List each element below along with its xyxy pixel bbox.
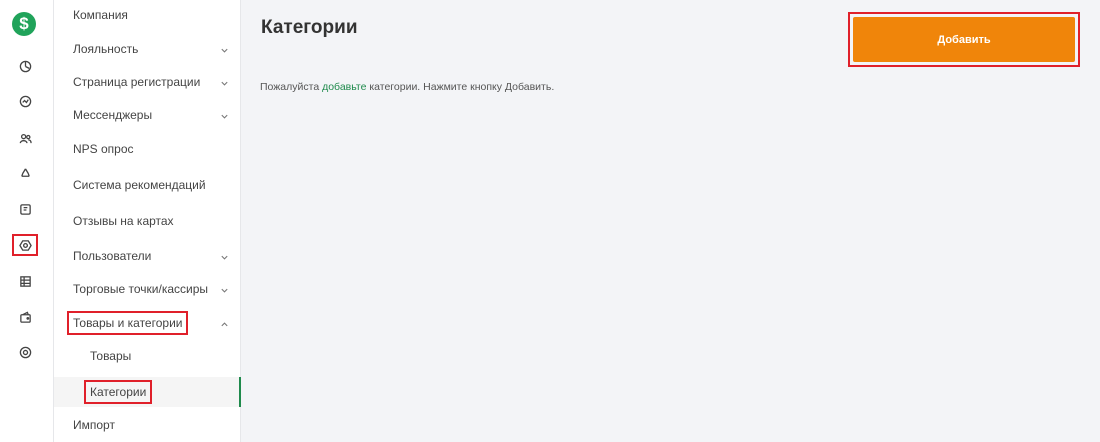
sidebar-item-company[interactable]: Компания (54, 0, 241, 30)
sidebar-item-label: Пользователи (73, 249, 152, 263)
sidebar-item-label: Лояльность (73, 42, 139, 56)
main-content: Категории Добавить Пожалуйста добавьте к… (242, 0, 1100, 442)
sidebar-item-label: Торговые точки/кассиры (73, 282, 209, 296)
chevron-up-icon (220, 318, 229, 327)
hint-text-after: категории. Нажмите кнопку Добавить. (366, 81, 555, 93)
chevron-down-icon (220, 44, 229, 53)
empty-hint: Пожалуйста добавьте категории. Нажмите к… (260, 81, 554, 93)
sidebar-item-nps[interactable]: NPS опрос (54, 134, 241, 164)
analytics-icon[interactable] (14, 90, 36, 112)
sidebar-item-users[interactable]: Пользователи (54, 241, 241, 271)
settings-icon[interactable] (12, 234, 38, 256)
sidebar: Компания Лояльность Страница регистрации… (54, 0, 241, 442)
sidebar-item-label: Мессенджеры (73, 108, 153, 122)
add-button-highlight: Добавить (848, 12, 1080, 67)
sidebar-item-label: Импорт (73, 418, 115, 432)
sidebar-item-stores[interactable]: Торговые точки/кассиры (54, 274, 241, 304)
dashboard-icon[interactable] (14, 55, 36, 77)
wallet-icon[interactable] (14, 306, 36, 328)
sidebar-item-label: Отзывы на картах (73, 214, 174, 228)
sidebar-item-map-reviews[interactable]: Отзывы на картах (54, 206, 241, 236)
users-icon[interactable] (14, 127, 36, 149)
sidebar-item-messengers[interactable]: Мессенджеры (54, 100, 241, 130)
logo-icon[interactable]: $ (12, 12, 36, 36)
sidebar-item-label: Товары и категории (66, 311, 189, 335)
add-link[interactable]: добавьте (322, 81, 366, 93)
icon-rail: $ (0, 0, 54, 442)
chevron-down-icon (220, 284, 229, 293)
sidebar-subitem-categories[interactable]: Категории (54, 377, 241, 407)
table-icon[interactable] (14, 270, 36, 292)
chevron-down-icon (220, 77, 229, 86)
hint-text-before: Пожалуйста (260, 81, 323, 93)
logo-glyph: $ (19, 14, 29, 33)
sidebar-item-recommendations[interactable]: Система рекомендаций (54, 170, 241, 200)
sidebar-item-label: Товары (90, 349, 132, 363)
sidebar-item-label: Система рекомендаций (73, 178, 206, 192)
sidebar-item-products-categories[interactable]: Товары и категории (54, 308, 241, 338)
chevron-down-icon (220, 251, 229, 260)
page-title: Категории (261, 17, 358, 38)
sidebar-item-label: Страница регистрации (73, 75, 201, 89)
sidebar-item-label: Категории (83, 380, 153, 404)
sidebar-item-registration[interactable]: Страница регистрации (54, 67, 241, 97)
sidebar-subitem-products[interactable]: Товары (54, 341, 241, 371)
sidebar-item-label: NPS опрос (73, 142, 134, 156)
support-icon[interactable] (14, 341, 36, 363)
recycle-icon[interactable] (14, 162, 36, 184)
coupon-icon[interactable] (14, 198, 36, 220)
sidebar-item-loyalty[interactable]: Лояльность (54, 34, 241, 64)
chevron-down-icon (220, 110, 229, 119)
sidebar-item-import[interactable]: Импорт (54, 410, 241, 440)
sidebar-item-label: Компания (73, 8, 128, 22)
add-button[interactable]: Добавить (853, 17, 1075, 62)
